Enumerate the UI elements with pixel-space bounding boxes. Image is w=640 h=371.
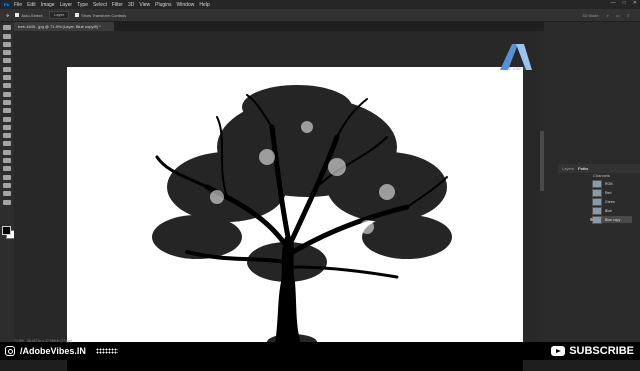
menu-select[interactable]: Select (93, 2, 107, 8)
zoom-level[interactable]: 71.9% (14, 339, 24, 343)
layer-select-dropdown[interactable]: Layer (49, 11, 70, 19)
channel-label: Blue (605, 208, 613, 213)
panel-tabs: Layers Paths (558, 164, 640, 173)
marquee-tool-icon[interactable] (3, 33, 11, 39)
maximize-icon[interactable]: □ (623, 0, 626, 6)
move-tool-icon[interactable] (3, 25, 11, 31)
menu-view[interactable]: View (139, 2, 150, 8)
brush-tool-icon[interactable] (3, 91, 11, 97)
channel-thumbnail (592, 206, 602, 215)
tab-layers[interactable]: Layers (562, 166, 574, 171)
menu-edit[interactable]: Edit (27, 2, 36, 8)
show-transform-label: Show Transform Controls (81, 12, 127, 18)
document-tab[interactable]: tree-1649...jpg @ 71.9% (Layer, Blue cop… (14, 22, 114, 31)
menu-filter[interactable]: Filter (112, 2, 123, 8)
blur-tool-icon[interactable] (3, 133, 11, 139)
menu-layer[interactable]: Layer (60, 2, 73, 8)
panel-icon-strip (544, 22, 558, 342)
search-icon[interactable]: ⌕ (607, 13, 609, 18)
path-select-tool-icon[interactable] (3, 166, 11, 172)
photoshop-logo-icon[interactable]: Ps (2, 1, 11, 8)
channel-row-green[interactable]: Green (592, 197, 632, 206)
subscribe-badge: SUBSCRIBE (551, 345, 634, 357)
channel-row-red[interactable]: Red (592, 188, 632, 197)
tree-silhouette-image (67, 85, 523, 371)
dodge-tool-icon[interactable] (3, 141, 11, 147)
crop-tool-icon[interactable] (3, 58, 11, 64)
instagram-handle: /AdobeVibes.IN (20, 346, 86, 356)
dots-decoration (95, 348, 118, 354)
auto-select-label: Auto-Select: (21, 12, 44, 18)
eraser-tool-icon[interactable] (3, 116, 11, 122)
pen-tool-icon[interactable] (3, 149, 11, 155)
channel-row-rgb[interactable]: RGB (592, 179, 632, 188)
stamp-tool-icon[interactable] (3, 99, 11, 105)
status-info: 71.9% 28.447 in x 17.089 in (72 ppi) (14, 339, 72, 343)
lasso-tool-icon[interactable] (3, 41, 11, 47)
type-tool-icon[interactable] (3, 158, 11, 164)
layers-panel: Layers Paths Channels RGB Red Green Blue… (558, 22, 640, 342)
menu-3d[interactable]: 3D (128, 2, 134, 8)
options-bar: ✥ Auto-Select: Layer Show Transform Cont… (0, 9, 640, 22)
menu-plugins[interactable]: Plugins (155, 2, 171, 8)
eyedropper-tool-icon[interactable] (3, 75, 11, 81)
move-tool-icon[interactable]: ✥ (6, 13, 9, 18)
channel-label: Red (605, 190, 612, 195)
channel-thumbnail (592, 188, 602, 197)
menu-help[interactable]: Help (199, 2, 209, 8)
tools-panel (0, 22, 14, 342)
history-brush-tool-icon[interactable] (3, 108, 11, 114)
object-select-tool-icon[interactable] (3, 50, 11, 56)
menu-window[interactable]: Window (177, 2, 195, 8)
tab-paths[interactable]: Paths (578, 166, 588, 171)
healing-tool-icon[interactable] (3, 83, 11, 89)
minimize-icon[interactable]: — (611, 0, 616, 6)
visibility-eye-icon[interactable] (590, 218, 593, 221)
tab-channels[interactable]: Channels (593, 173, 610, 178)
frame-tool-icon[interactable] (3, 66, 11, 72)
subscribe-label: SUBSCRIBE (569, 345, 634, 357)
canvas[interactable] (67, 67, 523, 371)
workspace (14, 31, 544, 371)
menu-type[interactable]: Type (77, 2, 88, 8)
menu-bar: Ps File Edit Image Layer Type Select Fil… (0, 0, 640, 9)
channel-thumbnail (592, 215, 602, 224)
watermark-text: E VIBES (509, 66, 525, 71)
channel-label: RGB (605, 181, 613, 186)
shape-tool-icon[interactable] (3, 174, 11, 180)
channel-thumbnail (592, 197, 602, 206)
channel-label: Green (605, 199, 615, 204)
youtube-icon (551, 346, 566, 356)
footer-bar: 71.9% 28.447 in x 17.089 in (72 ppi) /Ad… (0, 339, 640, 360)
show-transform-checkbox[interactable]: Show Transform Controls (75, 13, 126, 18)
menu-image[interactable]: Image (41, 2, 55, 8)
auto-select-checkbox[interactable]: Auto-Select: (15, 13, 43, 18)
workspace-icon[interactable]: ▭ (616, 13, 620, 18)
close-icon[interactable]: ✕ (633, 0, 637, 6)
gradient-tool-icon[interactable] (3, 124, 11, 130)
zoom-tool-icon[interactable] (3, 191, 11, 197)
color-swatches[interactable] (2, 226, 15, 239)
channel-row-blue-copy[interactable]: Blue copy (590, 215, 632, 224)
share-icon[interactable]: ⇪ (627, 13, 630, 18)
instagram-icon (5, 346, 15, 356)
menu-file[interactable]: File (14, 2, 22, 8)
channel-thumbnail (592, 179, 602, 188)
mode-3d-label: 3D Mode: (582, 12, 600, 18)
document-size: 28.447 in x 17.089 in (72 ppi) (26, 339, 73, 343)
more-tools-icon[interactable] (3, 199, 11, 205)
foreground-color-swatch[interactable] (2, 226, 11, 235)
channel-label: Blue copy (605, 217, 621, 222)
channel-row-blue[interactable]: Blue (592, 206, 632, 215)
hand-tool-icon[interactable] (3, 182, 11, 188)
window-controls: — □ ✕ (611, 0, 637, 6)
options-right-group: 3D Mode: ⌕ ▭ ⇪ (582, 13, 630, 18)
